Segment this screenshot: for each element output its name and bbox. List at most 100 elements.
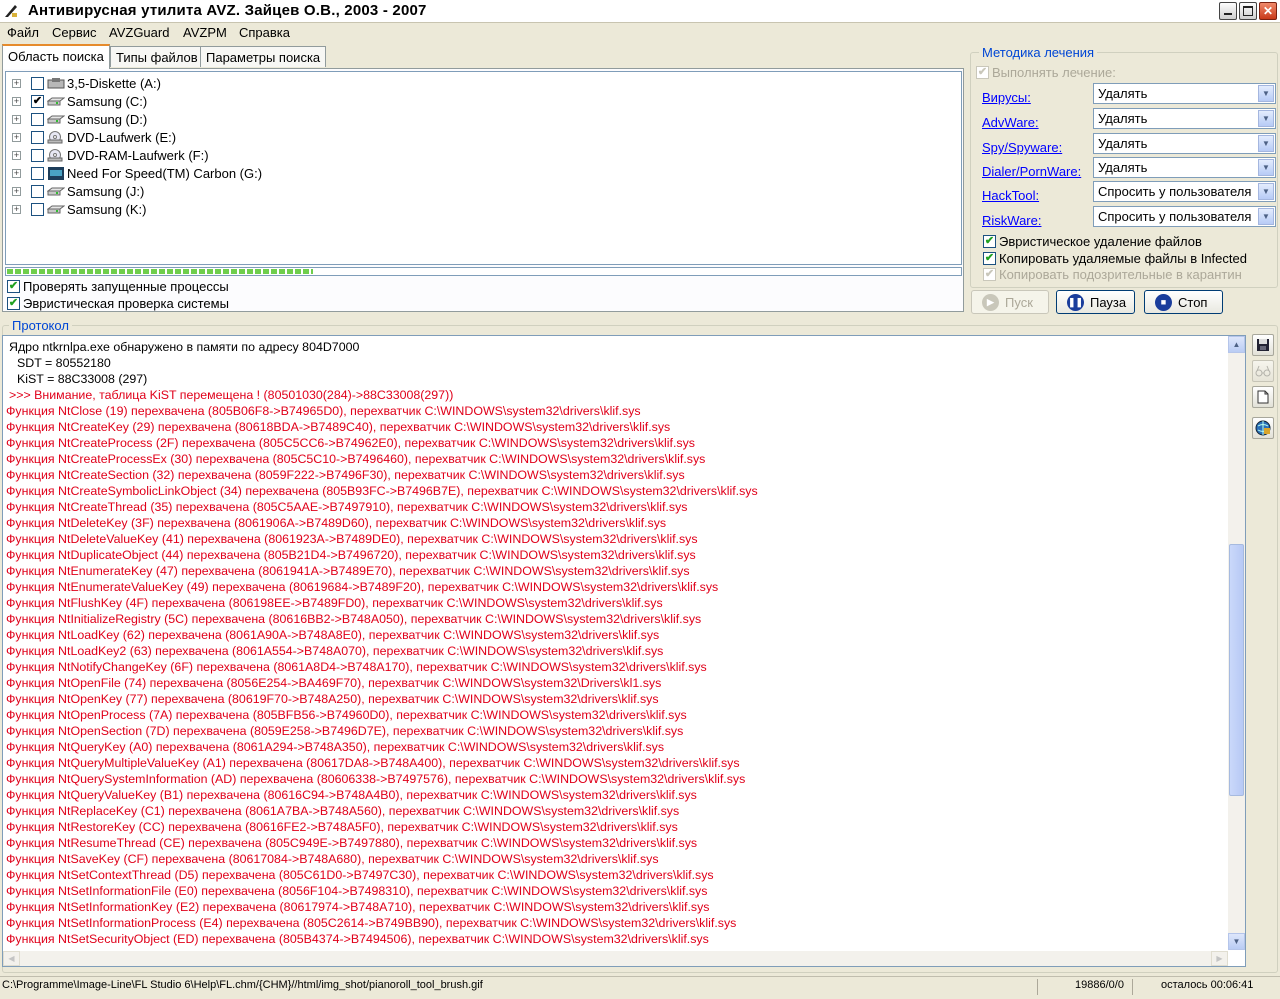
maximize-button[interactable] — [1239, 2, 1257, 20]
dialer-action-select[interactable]: Удалять ▼ — [1093, 157, 1276, 178]
start-button[interactable]: ▶ Пуск — [971, 290, 1049, 314]
log-line: Функция NtReplaceKey (C1) перехвачена (8… — [6, 804, 680, 818]
link-adware[interactable]: AdvWare: — [982, 115, 1039, 130]
expand-icon[interactable]: + — [12, 133, 21, 142]
log-vertical-scrollbar[interactable]: ▲ ▼ — [1228, 336, 1245, 950]
menu-file[interactable]: Файл — [7, 25, 39, 40]
title-bar[interactable]: Антивирусная утилита AVZ. Зайцев О.В., 2… — [0, 0, 1280, 23]
glasses-button[interactable] — [1252, 360, 1274, 382]
expand-icon[interactable]: + — [12, 97, 21, 106]
link-spyware[interactable]: Spy/Spyware: — [982, 140, 1062, 155]
pause-icon: ❚❚ — [1067, 293, 1084, 311]
drive-checkbox-e[interactable] — [31, 131, 44, 144]
spyware-action-select[interactable]: Удалять ▼ — [1093, 133, 1276, 154]
avz-app-icon[interactable] — [3, 3, 19, 19]
menu-avzpm[interactable]: AVZPM — [183, 25, 227, 40]
hacktool-action-select[interactable]: Спросить у пользователя ▼ — [1093, 181, 1276, 202]
network-button[interactable] — [1252, 417, 1274, 439]
tab-search-params[interactable]: Параметры поиска — [200, 46, 327, 67]
drive-checkbox-d[interactable] — [31, 113, 44, 126]
menu-avzguard[interactable]: AVZGuard — [109, 25, 169, 40]
hard-drive-icon — [47, 97, 65, 106]
link-viruses[interactable]: Вирусы: — [982, 90, 1031, 105]
document-button[interactable] — [1252, 386, 1274, 408]
menu-help[interactable]: Справка — [239, 25, 290, 40]
chevron-down-icon[interactable]: ▼ — [1258, 208, 1274, 225]
log-line: Функция NtSetInformationProcess (E4) пер… — [6, 916, 737, 930]
drive-checkbox-g[interactable] — [31, 167, 44, 180]
stop-icon: ■ — [1155, 293, 1172, 311]
checkbox[interactable]: ✔ — [983, 252, 996, 265]
save-log-button[interactable] — [1252, 334, 1274, 356]
log-line: Функция NtQuerySystemInformation (AD) пе… — [6, 772, 746, 786]
menu-service[interactable]: Сервис — [52, 25, 97, 40]
select-value: Удалять — [1098, 111, 1148, 126]
scroll-up-icon[interactable]: ▲ — [1228, 336, 1245, 353]
drive-checkbox-j[interactable] — [31, 185, 44, 198]
scroll-thumb[interactable] — [1229, 544, 1244, 796]
viruses-action-select[interactable]: Удалять ▼ — [1093, 83, 1276, 104]
tab-search-area[interactable]: Область поиска — [2, 44, 110, 69]
drive-checkbox-c[interactable]: ✔ — [31, 95, 44, 108]
expand-icon[interactable]: + — [12, 79, 21, 88]
pause-button[interactable]: ❚❚ Пауза — [1056, 290, 1135, 314]
checkbox[interactable]: ✔ — [983, 268, 996, 281]
drive-row-g[interactable]: + Need For Speed(TM) Carbon (G:) — [6, 164, 606, 182]
log-line: Функция NtCreateSymbolicLinkObject (34) … — [6, 484, 758, 498]
chevron-down-icon[interactable]: ▼ — [1258, 85, 1274, 102]
link-hacktool[interactable]: HackTool: — [982, 188, 1039, 203]
drive-label[interactable]: DVD-RAM-Laufwerk (F:) — [67, 148, 209, 163]
tab-file-types[interactable]: Типы файлов — [110, 46, 204, 67]
drive-label[interactable]: Samsung (C:) — [67, 94, 147, 109]
drive-label[interactable]: Samsung (J:) — [67, 184, 144, 199]
scroll-down-icon[interactable]: ▼ — [1228, 933, 1245, 950]
scroll-left-icon[interactable]: ◀ — [3, 951, 20, 966]
drive-label[interactable]: Need For Speed(TM) Carbon (G:) — [67, 166, 262, 181]
protocol-log[interactable]: Ядро ntkrnlpa.exe обнаружено в памяти по… — [2, 335, 1246, 967]
expand-icon[interactable]: + — [12, 187, 21, 196]
chevron-down-icon[interactable]: ▼ — [1258, 110, 1274, 127]
drive-row-a[interactable]: + 3,5-Diskette (A:) — [6, 74, 606, 92]
drive-checkbox-k[interactable] — [31, 203, 44, 216]
drive-row-f[interactable]: + DVD-RAM-Laufwerk (F:) — [6, 146, 606, 164]
status-separator — [1037, 979, 1038, 995]
checkbox[interactable]: ✔ — [7, 297, 20, 310]
checkbox[interactable]: ✔ — [983, 235, 996, 248]
link-riskware[interactable]: RiskWare: — [982, 213, 1041, 228]
expand-icon[interactable]: + — [12, 205, 21, 214]
log-line: Функция NtSetInformationKey (E2) перехва… — [6, 900, 710, 914]
drive-row-e[interactable]: + DVD-Laufwerk (E:) — [6, 128, 606, 146]
drive-checkbox-a[interactable] — [31, 77, 44, 90]
checkbox[interactable]: ✔ — [976, 66, 989, 79]
drive-row-j[interactable]: + Samsung (J:) — [6, 182, 606, 200]
chevron-down-icon[interactable]: ▼ — [1258, 183, 1274, 200]
minimize-button[interactable] — [1219, 2, 1237, 20]
expand-icon[interactable]: + — [12, 115, 21, 124]
drive-row-k[interactable]: + Samsung (K:) — [6, 200, 606, 218]
drive-row-d[interactable]: + Samsung (D:) — [6, 110, 606, 128]
link-dialer[interactable]: Dialer/PornWare: — [982, 164, 1081, 179]
select-value: Удалять — [1098, 160, 1148, 175]
drive-label[interactable]: Samsung (D:) — [67, 112, 147, 127]
log-line: SDT = 80552180 — [17, 356, 111, 370]
log-line: Функция NtCreateProcess (2F) перехвачена… — [6, 436, 695, 450]
drive-row-c[interactable]: + ✔ Samsung (C:) — [6, 92, 606, 110]
expand-icon[interactable]: + — [12, 169, 21, 178]
scroll-right-icon[interactable]: ▶ — [1211, 951, 1228, 966]
log-horizontal-scrollbar[interactable]: ◀ ▶ — [3, 951, 1228, 966]
drive-label[interactable]: Samsung (K:) — [67, 202, 146, 217]
log-line: KiST = 88C33008 (297) — [17, 372, 148, 386]
log-line: Функция NtOpenKey (77) перехвачена (8061… — [6, 692, 659, 706]
close-button[interactable]: ✕ — [1259, 2, 1277, 20]
riskware-action-select[interactable]: Спросить у пользователя ▼ — [1093, 206, 1276, 227]
drive-label[interactable]: DVD-Laufwerk (E:) — [67, 130, 176, 145]
stop-button[interactable]: ■ Стоп — [1144, 290, 1223, 314]
drive-tree[interactable]: + 3,5-Diskette (A:) + ✔ Samsung (C:) + S… — [5, 71, 962, 265]
adware-action-select[interactable]: Удалять ▼ — [1093, 108, 1276, 129]
checkbox[interactable]: ✔ — [7, 280, 20, 293]
expand-icon[interactable]: + — [12, 151, 21, 160]
chevron-down-icon[interactable]: ▼ — [1258, 135, 1274, 152]
chevron-down-icon[interactable]: ▼ — [1258, 159, 1274, 176]
drive-checkbox-f[interactable] — [31, 149, 44, 162]
drive-label[interactable]: 3,5-Diskette (A:) — [67, 76, 161, 91]
